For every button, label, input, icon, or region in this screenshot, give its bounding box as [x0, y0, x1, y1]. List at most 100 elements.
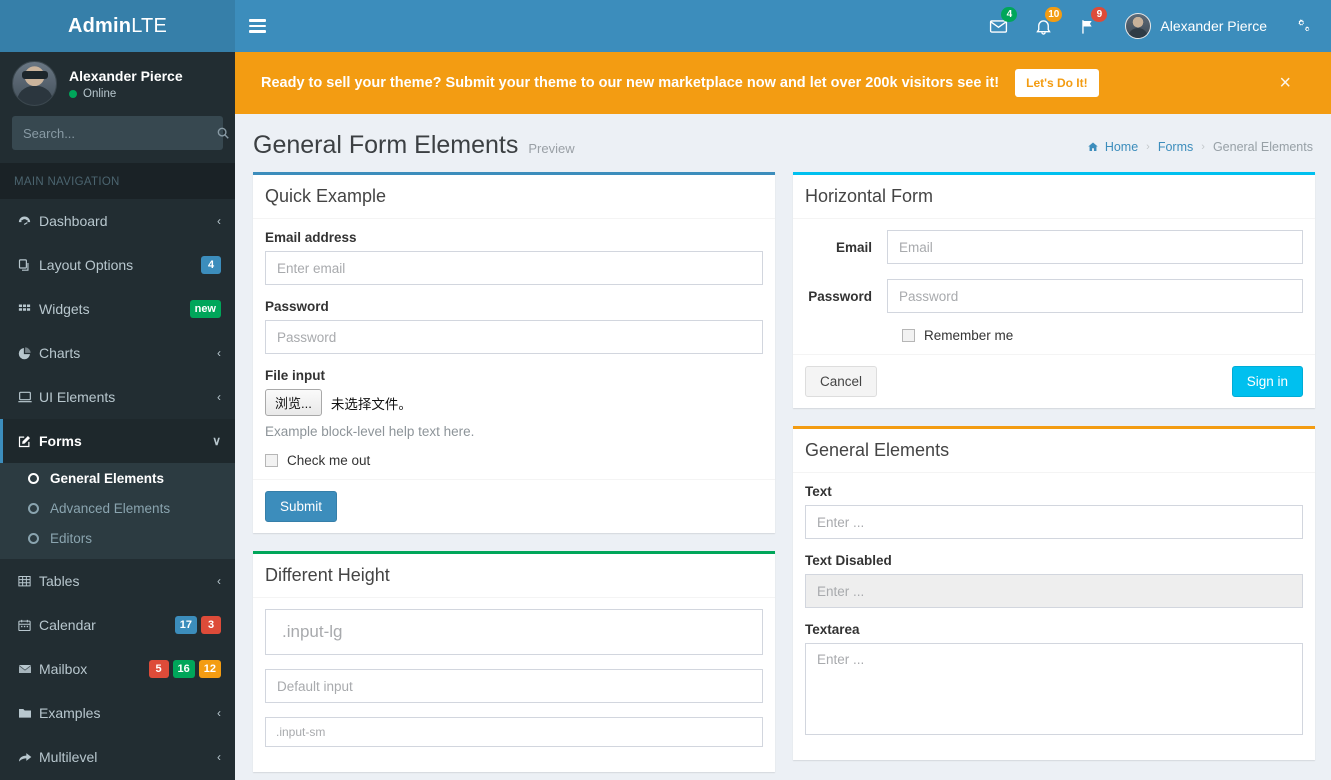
sidebar-item-dashboard[interactable]: Dashboard ‹: [0, 199, 235, 243]
submenu-item-editors[interactable]: Editors: [0, 523, 235, 553]
breadcrumb-forms[interactable]: Forms: [1158, 140, 1193, 154]
textarea-input[interactable]: [805, 643, 1303, 735]
sidebar-item-examples[interactable]: Examples ‹: [0, 691, 235, 735]
horizontal-email-input[interactable]: [887, 230, 1303, 264]
pie-chart-icon: [17, 346, 39, 361]
sidebar-item-label: Charts: [39, 345, 81, 361]
sidebar-item-label: Forms: [39, 433, 82, 449]
messages-menu[interactable]: 4: [976, 0, 1021, 52]
chevron-left-icon: ‹: [217, 390, 221, 404]
sidebar-item-label: Layout Options: [39, 257, 134, 273]
sidebar-item-layout-options[interactable]: Layout Options 4: [0, 243, 235, 287]
sidebar: Alexander Pierce Online MAIN NAVIGATION: [0, 52, 235, 780]
sidebar-item-multilevel[interactable]: Multilevel ‹: [0, 735, 235, 779]
search-button[interactable]: [210, 116, 235, 150]
submit-button[interactable]: Submit: [265, 491, 338, 522]
sidebar-item-label: Widgets: [39, 301, 90, 317]
chevron-left-icon: ‹: [217, 750, 221, 764]
sidebar-search: [0, 116, 235, 150]
sidebar-item-label: Mailbox: [39, 661, 88, 677]
notifications-menu[interactable]: 10: [1021, 0, 1066, 52]
chevron-left-icon: ‹: [217, 706, 221, 720]
sidebar-badge: 5: [148, 660, 169, 678]
sidebar-item-label: Multilevel: [39, 749, 98, 765]
email-label: Email address: [265, 230, 357, 245]
input-sm[interactable]: [265, 717, 763, 747]
check-me-out-checkbox[interactable]: [265, 454, 278, 467]
sidebar-item-label: Tables: [39, 573, 80, 589]
browse-button[interactable]: 浏览...: [265, 389, 322, 416]
top-navbar: 4 10 9 Alexander Pierce: [235, 0, 1331, 52]
circle-o-icon: [28, 502, 39, 514]
sidebar-item-calendar[interactable]: Calendar 17 3: [0, 603, 235, 647]
remember-me-control[interactable]: Remember me: [902, 328, 1303, 343]
laptop-icon: [17, 389, 39, 405]
horizontal-email-label: Email: [835, 239, 872, 255]
box-header: General Elements: [793, 429, 1315, 473]
password-label: Password: [265, 299, 329, 314]
calendar-icon: [17, 618, 39, 633]
sidebar-item-tables[interactable]: Tables ‹: [0, 559, 235, 603]
chevron-down-icon: ∨: [212, 434, 221, 448]
sidebar-badge: 4: [201, 256, 221, 274]
sidebar-item-mailbox[interactable]: Mailbox 5 16 12: [0, 647, 235, 691]
email-input[interactable]: [265, 251, 763, 285]
file-input-row[interactable]: 浏览... 未选择文件。: [265, 389, 763, 416]
avatar: [1125, 13, 1152, 39]
breadcrumb: Home › Forms › General Elements: [1087, 140, 1313, 154]
brand-logo[interactable]: Admin LTE: [0, 0, 235, 52]
sidebar-item-forms[interactable]: Forms ∨ General Elements Advanced Elemen…: [0, 419, 235, 559]
sidebar-user-status: Online: [69, 88, 183, 100]
box-title: General Elements: [805, 440, 950, 460]
tasks-badge: 9: [1091, 7, 1108, 22]
lets-do-it-button[interactable]: Let's Do It!: [1015, 69, 1099, 97]
input-default[interactable]: [265, 669, 763, 703]
breadcrumb-current: General Elements: [1212, 140, 1313, 154]
textarea-label: Textarea: [805, 622, 860, 637]
text-input[interactable]: [805, 505, 1303, 539]
breadcrumb-separator: ›: [1146, 141, 1150, 153]
avatar: [12, 60, 57, 106]
sidebar-toggle-button[interactable]: [235, 0, 280, 52]
brand-bold: Admin: [67, 14, 132, 37]
sign-in-button[interactable]: Sign in: [1231, 366, 1303, 397]
sidebar-nav-header: MAIN NAVIGATION: [0, 163, 235, 199]
folder-icon: [17, 705, 39, 721]
sidebar-user-name: Alexander Pierce: [69, 67, 183, 84]
box-title: Different Height: [265, 565, 390, 585]
search-icon: [217, 127, 229, 139]
envelope-icon: [17, 661, 39, 677]
copy-icon: [17, 258, 39, 273]
breadcrumb-home[interactable]: Home: [1087, 140, 1138, 154]
horizontal-password-input[interactable]: [887, 279, 1303, 313]
sidebar-item-label: Examples: [39, 705, 101, 721]
input-sm-group: [265, 717, 763, 747]
horizontal-password-label: Password: [808, 288, 872, 304]
password-input[interactable]: [265, 320, 763, 354]
tasks-menu[interactable]: 9: [1066, 0, 1111, 52]
user-menu[interactable]: Alexander Pierce: [1111, 0, 1281, 52]
sidebar-item-widgets[interactable]: Widgets new: [0, 287, 235, 331]
submenu-item-advanced-elements[interactable]: Advanced Elements: [0, 493, 235, 523]
input-lg[interactable]: [265, 609, 763, 655]
sidebar-item-label: Dashboard: [39, 213, 108, 229]
home-icon: [1088, 142, 1098, 151]
remember-me-checkbox[interactable]: [902, 329, 915, 342]
sidebar-item-ui-elements[interactable]: UI Elements ‹: [0, 375, 235, 419]
brand-light: LTE: [131, 14, 167, 37]
breadcrumb-label: Home: [1104, 140, 1139, 154]
circle-o-icon: [28, 472, 39, 484]
box-body: Email address Password File input 浏览... …: [253, 219, 775, 479]
close-icon[interactable]: ×: [1279, 72, 1313, 95]
control-sidebar-toggle[interactable]: [1281, 0, 1327, 52]
sidebar-item-charts[interactable]: Charts ‹: [0, 331, 235, 375]
cancel-button[interactable]: Cancel: [805, 366, 878, 397]
text-disabled-form-group: Text Disabled: [805, 553, 1303, 608]
horizontal-password-row: Password: [805, 279, 1303, 313]
submenu-item-general-elements[interactable]: General Elements: [0, 463, 235, 493]
box-title: Horizontal Form: [805, 186, 934, 206]
check-me-out-row[interactable]: Check me out: [265, 453, 763, 468]
search-input[interactable]: [12, 125, 210, 141]
file-input-label: File input: [265, 368, 325, 383]
email-form-group: Email address: [265, 230, 763, 285]
